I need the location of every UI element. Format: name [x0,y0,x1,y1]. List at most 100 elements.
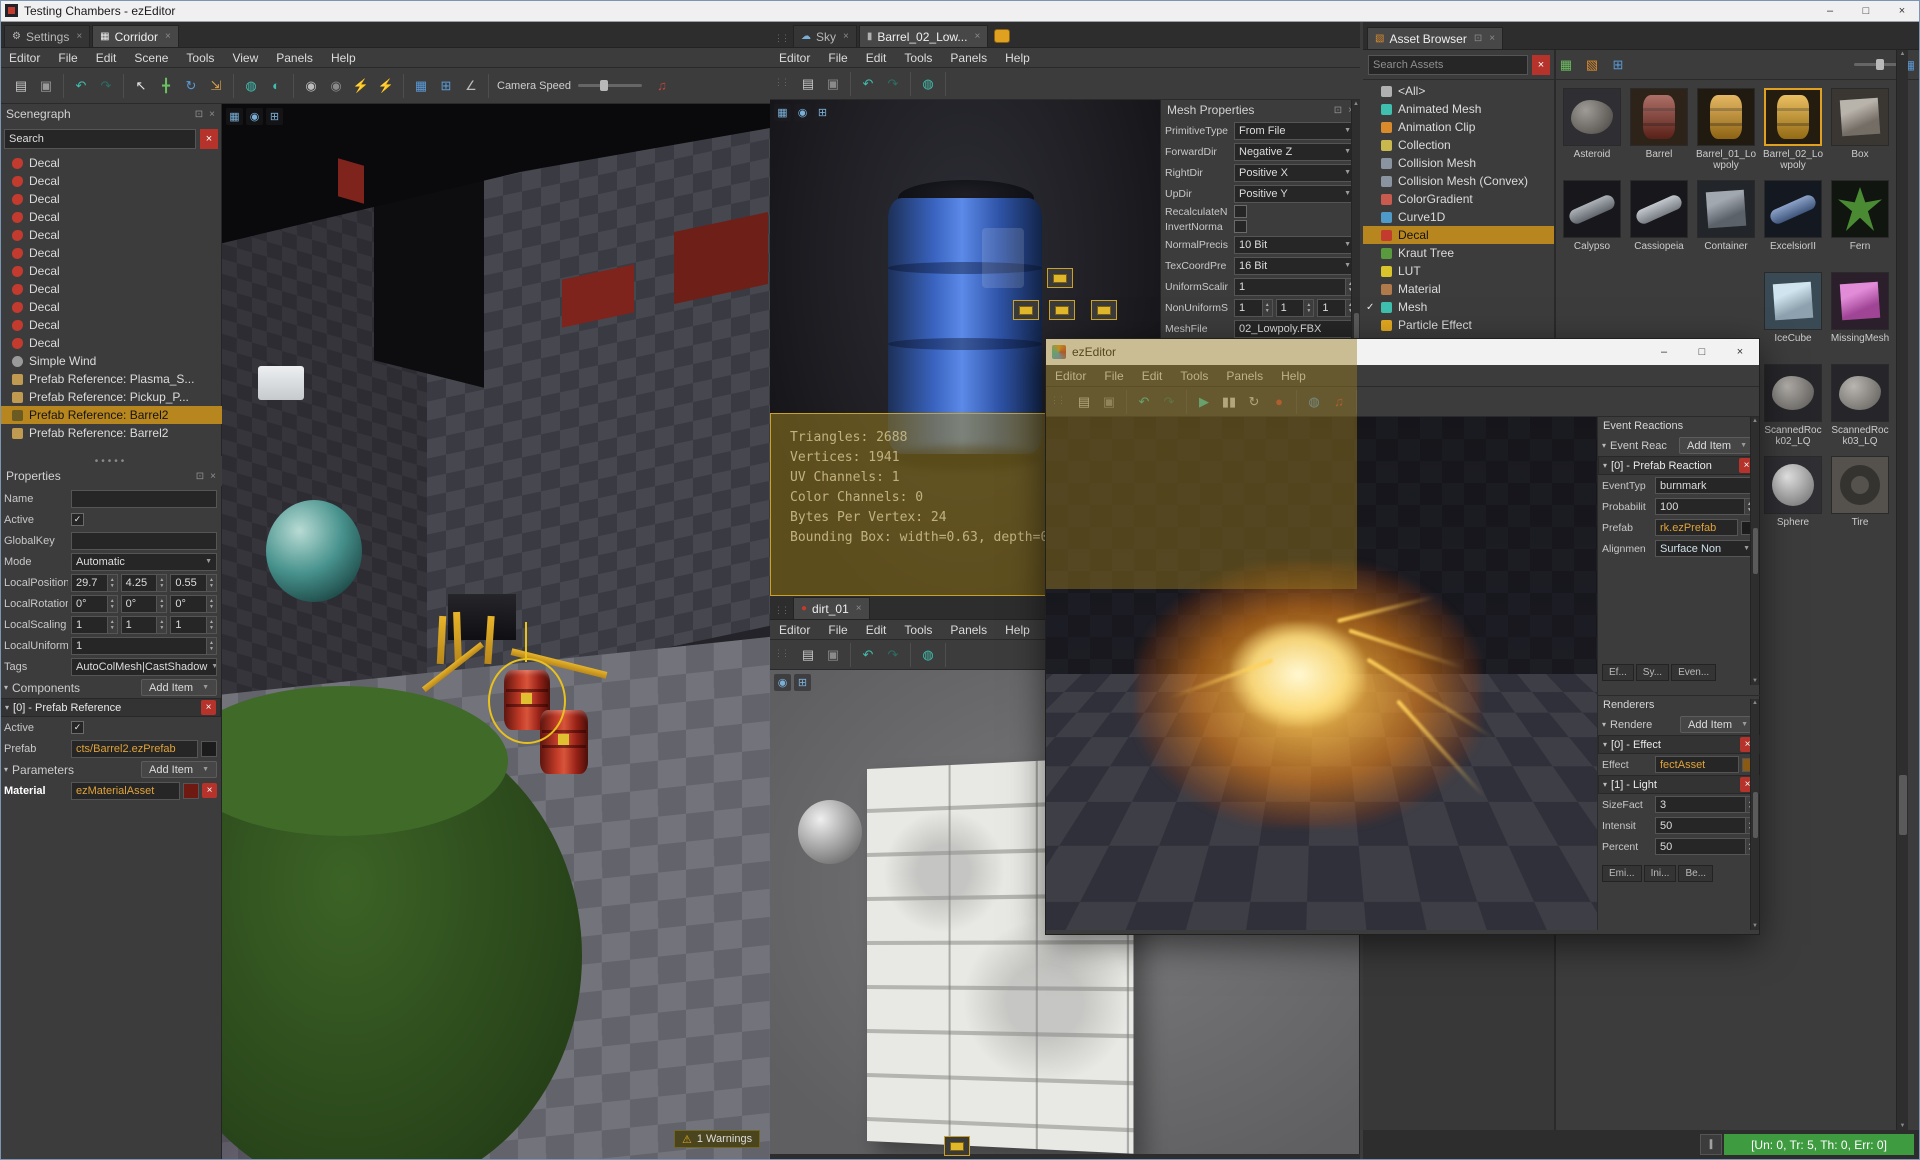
position-x-spinner[interactable]: 29.7 ▲ ▼ [71,573,118,592]
asset-new-button[interactable]: ▦ [1554,53,1578,77]
document-tab[interactable]: ⚙ Settings × [4,25,91,47]
scaling-x-spinner[interactable]: 1 ▲ ▼ [71,615,118,634]
pause-button[interactable]: ▮▮ [1217,390,1241,414]
scaling-z-spinner[interactable]: 1 ▲ ▼ [170,615,218,634]
asset-type-item[interactable]: ✓ Decal [1363,226,1554,244]
uniform-scaling-spinner[interactable]: 1▲▼ [71,636,217,655]
invert-normals-checkbox[interactable] [1234,220,1247,233]
menu-item[interactable]: Panels [941,48,996,67]
undo-button[interactable]: ↶ [1132,390,1156,414]
restart-button[interactable]: ↻ [1242,390,1266,414]
asset-thumbnail[interactable]: MissingMesh [1828,272,1892,344]
menu-item[interactable]: File [1095,365,1132,386]
simulate-button[interactable]: ⚡ [349,74,373,98]
undo-button[interactable]: ↶ [856,72,880,96]
reaction-prefab-input[interactable]: rk.ezPrefab [1655,519,1738,536]
speed-simulate-button[interactable]: ⚡ [374,74,398,98]
menu-item[interactable]: Edit [1133,365,1172,386]
menu-item[interactable]: File [819,48,856,67]
add-event-reaction-button[interactable]: Add Item ▼ [1679,437,1755,454]
nonuniform-x-spinner[interactable]: 1 ▲ ▼ [1234,298,1273,317]
texcoord-precision-dropdown[interactable]: 16 Bit ▼ [1234,256,1356,275]
asset-type-item[interactable]: ✓ ColorGradient [1363,190,1554,208]
dock-grip[interactable]: ⋮⋮ [774,77,790,88]
scaling-y-spinner[interactable]: 1 ▲ ▼ [120,615,168,634]
menu-item[interactable]: File [49,48,86,67]
document-tab[interactable]: ▦ Corridor × [92,25,179,47]
nonuniform-y-spinner[interactable]: 1 ▲ ▼ [1275,298,1315,317]
up-dir-dropdown[interactable]: Positive Y ▼ [1234,184,1356,203]
intensity-spinner[interactable]: 50▲▼ [1655,817,1756,834]
save-all-button[interactable]: ▣ [821,643,845,667]
tab-close-icon[interactable]: × [974,31,980,42]
grid-toggle-button[interactable]: ▦ [409,74,433,98]
redo-button[interactable]: ↷ [94,74,118,98]
menu-item[interactable]: Edit [87,48,126,67]
menu-item[interactable]: Help [996,48,1039,67]
dock-float-icon[interactable]: ⊡ [195,109,203,120]
dock-grip[interactable]: ⋮⋮ [774,648,790,659]
scenegraph-item[interactable]: Decal [0,280,222,298]
renderers-scrollbar[interactable]: ▲ ▼ [1750,699,1759,930]
save-button[interactable]: ▤ [1072,390,1096,414]
dock-indicator-right[interactable] [1091,300,1117,320]
menu-item[interactable]: Scene [125,48,177,67]
menu-item[interactable]: Help [996,620,1039,639]
rotation-z-spinner[interactable]: 0° ▲ ▼ [170,594,218,613]
snap-position-button[interactable]: ⊞ [434,74,458,98]
minimize-button[interactable]: – [1645,339,1683,365]
asset-type-item[interactable]: ✓ Mesh [1363,298,1554,316]
dock-float-icon[interactable]: ⊡ [1474,33,1482,44]
tab-close-icon[interactable]: × [843,31,849,42]
asset-type-item[interactable]: ✓ Collision Mesh (Convex) [1363,172,1554,190]
globalkey-input[interactable] [71,531,217,550]
render-pipeline-button[interactable]: ▦ [774,104,791,121]
asset-thumbnail[interactable]: ScannedRock02_LQ [1761,364,1825,447]
tab-close-icon[interactable]: × [165,31,171,42]
pause-scene-button[interactable]: ◉ [324,74,348,98]
floating-window-titlebar[interactable]: ezEditor – □ × [1046,339,1759,365]
camera-button[interactable]: ◉ [246,108,263,125]
menu-item[interactable]: Panels [267,48,322,67]
asset-search-input[interactable]: Search Assets [1368,54,1528,75]
tab-close-icon[interactable]: × [76,31,82,42]
panel-close-icon[interactable]: × [209,109,215,120]
search-clear-button[interactable]: × [1532,54,1550,75]
play-button[interactable]: ▶ [1192,390,1216,414]
save-all-button[interactable]: ▣ [821,72,845,96]
menu-item[interactable]: Panels [941,620,996,639]
dock-indicator-bottom[interactable] [944,1136,970,1156]
scene-3d-viewport[interactable]: ▦ ◉ ⊞ ⚠ 1 Warnings [222,104,770,1160]
panel-tab[interactable]: Ini... [1643,865,1677,882]
asset-type-item[interactable]: ✓ Particle Effect [1363,316,1554,334]
scenegraph-item[interactable]: Prefab Reference: Pickup_P... [0,388,222,406]
add-parameter-button[interactable]: Add Item ▼ [141,761,217,778]
recalculate-normals-checkbox[interactable] [1234,205,1247,218]
dock-grip[interactable]: ⋮⋮ [774,33,790,44]
probability-spinner[interactable]: 100▲▼ [1655,498,1755,515]
menu-item[interactable]: Help [322,48,365,67]
asset-thumbnail[interactable]: Sphere [1761,456,1825,528]
scenegraph-item[interactable]: Decal [0,334,222,352]
save-all-button[interactable]: ▣ [1097,390,1121,414]
asset-type-item[interactable]: ✓ Kraut Tree [1363,244,1554,262]
panel-tab[interactable]: Sy... [1635,664,1670,681]
scenegraph-item[interactable]: Prefab Reference: Plasma_S... [0,370,222,388]
sound-toggle-button[interactable]: ♫ [650,74,674,98]
asset-type-item[interactable]: ✓ Animated Mesh [1363,100,1554,118]
asset-browser-scrollbar[interactable]: ▲ ▼ [1896,50,1908,1130]
position-y-spinner[interactable]: 4.25 ▲ ▼ [120,573,168,592]
material-asset-input[interactable]: ezMaterialAsset [71,781,180,800]
name-input[interactable] [71,489,217,508]
asset-thumbnail[interactable]: IceCube [1761,272,1825,344]
asset-type-item[interactable]: ✓ Collection [1363,136,1554,154]
remove-parameter-button[interactable]: × [202,783,217,798]
asset-type-item[interactable]: ✓ <All> [1363,82,1554,100]
event-reactions-scrollbar[interactable]: ▲ ▼ [1750,417,1759,685]
menu-item[interactable]: Editor [0,48,49,67]
translate-tool-button[interactable]: ╋ [154,74,178,98]
effect-asset-input[interactable]: fectAsset [1655,756,1739,773]
scenegraph-item[interactable]: Decal [0,154,222,172]
tab-close-icon[interactable]: × [856,603,862,614]
menu-item[interactable]: View [223,48,267,67]
